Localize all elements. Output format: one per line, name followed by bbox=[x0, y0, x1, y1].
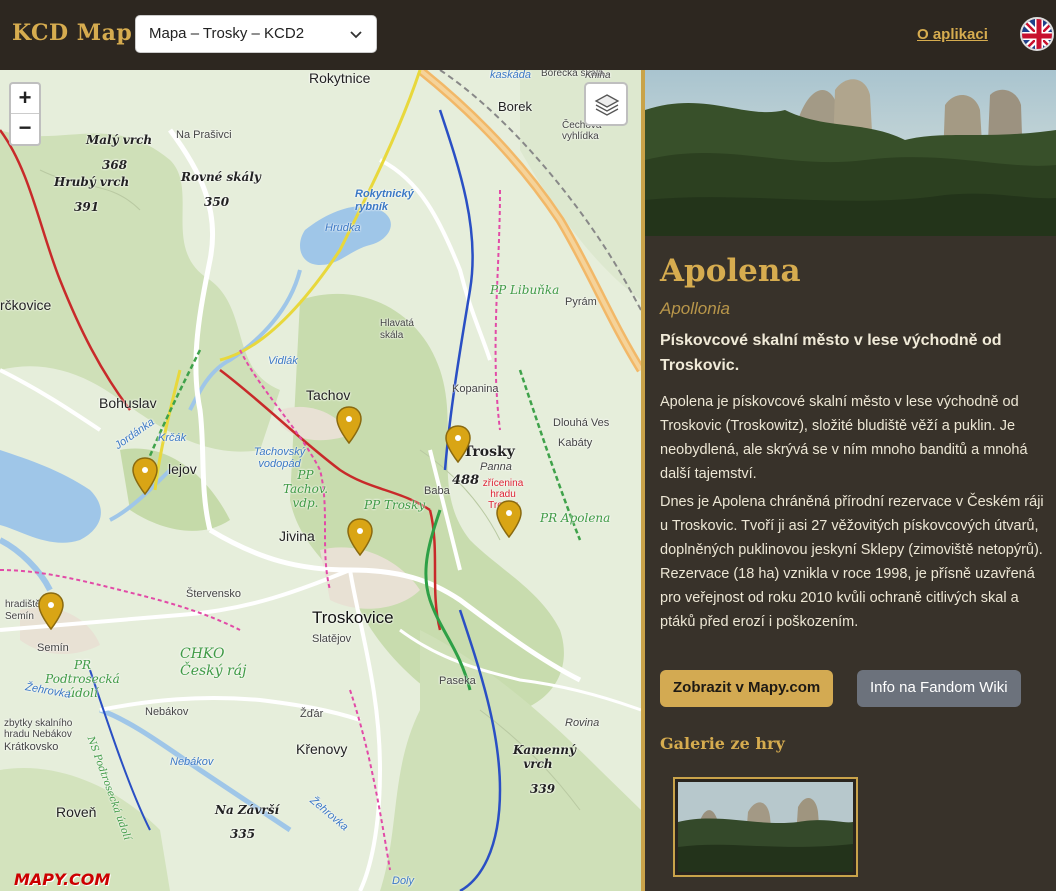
map-label: Dlouhá Ves bbox=[553, 417, 610, 429]
map-label: 368 bbox=[102, 158, 128, 172]
chevron-down-icon bbox=[350, 31, 362, 39]
mapy-attribution-logo[interactable]: MAPY.COM bbox=[14, 870, 110, 889]
uk-flag-icon[interactable] bbox=[1020, 17, 1054, 51]
map-select[interactable]: Mapa – Trosky – KCD2 bbox=[135, 15, 377, 53]
map-label: Rokytnický rybník bbox=[355, 188, 414, 213]
fandom-wiki-button[interactable]: Info na Fandom Wiki bbox=[857, 670, 1021, 707]
map-label: Doly bbox=[392, 875, 415, 887]
map-label: Na Závrší bbox=[215, 803, 280, 817]
layers-icon bbox=[594, 94, 620, 116]
map-label: rčkovice bbox=[0, 297, 52, 313]
map-label: Pyrám bbox=[565, 296, 597, 308]
map-label: Hlavatá skála bbox=[380, 318, 414, 341]
map-label: Roveň bbox=[56, 804, 97, 820]
map-label: Rovné skály bbox=[181, 170, 261, 184]
map-label: Baba bbox=[424, 485, 450, 497]
map-label: Nebákov bbox=[170, 756, 214, 768]
map-label: PR Apolena bbox=[540, 511, 611, 525]
map-label: Panna bbox=[480, 461, 512, 473]
map-label: Semín bbox=[37, 642, 69, 654]
map-label: Malý vrch bbox=[86, 133, 153, 147]
map-label: Kabáty bbox=[558, 437, 593, 449]
map-label: 488 bbox=[452, 473, 480, 488]
gallery-thumbnail[interactable] bbox=[673, 777, 858, 877]
map-label: 335 bbox=[230, 827, 256, 841]
map-label: Kamenný vrch bbox=[513, 743, 576, 771]
map-label: Slatějov bbox=[312, 633, 352, 645]
hero-image bbox=[645, 70, 1056, 236]
map-label: kaskáda bbox=[490, 70, 531, 81]
location-marker[interactable] bbox=[445, 425, 471, 463]
map-label: Vidlák bbox=[268, 355, 298, 367]
map-label: zbytky skalního hradu Nebákov bbox=[4, 718, 73, 740]
map-label: Křenovy bbox=[296, 741, 348, 757]
place-title: Apolena bbox=[660, 253, 801, 289]
map-label: Kniha bbox=[585, 70, 611, 81]
map-label: Rovina bbox=[565, 717, 600, 729]
app-logo[interactable]: KCD Map bbox=[12, 20, 132, 46]
map-label: PP Tachov. vdp. bbox=[282, 468, 329, 510]
map-label: Tachov bbox=[306, 387, 351, 403]
map-label: Jivina bbox=[279, 528, 315, 544]
map-label: Troskovice bbox=[312, 608, 394, 627]
map-label: 391 bbox=[74, 200, 100, 214]
gallery-title: Galerie ze hry bbox=[660, 734, 785, 753]
zoom-out-button[interactable]: − bbox=[11, 114, 39, 144]
map-label: Borek bbox=[498, 99, 532, 114]
map-label: PP Trosky bbox=[364, 498, 426, 512]
map-label: CHKO Český ráj bbox=[180, 646, 247, 679]
location-marker[interactable] bbox=[347, 518, 373, 556]
map-label: Paseka bbox=[439, 675, 476, 687]
location-marker[interactable] bbox=[38, 592, 64, 630]
map-label: Nebákov bbox=[145, 706, 189, 718]
apolena-marker[interactable] bbox=[496, 500, 522, 538]
layers-button[interactable] bbox=[584, 82, 628, 126]
description-paragraph: Dnes je Apolena chráněná přírodní rezerv… bbox=[660, 494, 1044, 630]
map-label: PP Libuňka bbox=[490, 283, 560, 297]
about-link[interactable]: O aplikaci bbox=[917, 26, 988, 43]
map-label: Hrubý vrch bbox=[54, 175, 130, 189]
map-label: Rokytnice bbox=[309, 70, 371, 86]
map-label: Na Prašivci bbox=[176, 129, 232, 141]
location-marker[interactable] bbox=[336, 406, 362, 444]
map-label: Kopanina bbox=[452, 383, 499, 395]
map-label: Hrudka bbox=[325, 222, 361, 234]
map-label: Žďár bbox=[300, 708, 324, 720]
zoom-control: + − bbox=[9, 82, 41, 146]
zoom-in-button[interactable]: + bbox=[11, 84, 39, 114]
map-label: Bohuslav bbox=[99, 395, 157, 411]
app-header: KCD Map Mapa – Trosky – KCD2 O aplikaci bbox=[0, 0, 1056, 70]
map-label: Krčák bbox=[158, 432, 187, 444]
map-label: Štervensko bbox=[186, 588, 242, 600]
place-subtitle: Apollonia bbox=[660, 299, 730, 318]
map-label: lejov bbox=[168, 461, 197, 477]
detail-panel: Apolena Apollonia Pískovcové skalní měst… bbox=[641, 70, 1056, 891]
map-label: 350 bbox=[204, 195, 230, 209]
location-marker[interactable] bbox=[132, 457, 158, 495]
map-view[interactable]: Rokytnice Borek kaskáda Borecká skala Kn… bbox=[0, 70, 641, 891]
description-paragraph: Apolena je pískovcové skalní město v les… bbox=[660, 394, 1028, 482]
map-label: 339 bbox=[530, 782, 556, 796]
view-on-mapy-button[interactable]: Zobrazit v Mapy.com bbox=[660, 670, 834, 707]
map-label: Tachovský vodopád bbox=[253, 446, 306, 470]
map-label: Krátkovsko bbox=[4, 741, 59, 753]
place-lead: Pískovcové skalní město v lese východně … bbox=[660, 332, 1002, 374]
map-select-value: Mapa – Trosky – KCD2 bbox=[149, 25, 305, 42]
